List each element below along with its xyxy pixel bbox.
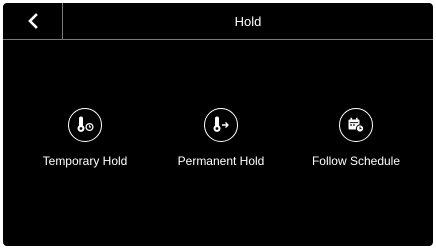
hold-screen: Hold Temporary Hold Permanent Hold Follo…: [3, 3, 433, 246]
permanent-hold-button[interactable]: Permanent Hold: [156, 108, 286, 168]
thermometer-clock-icon: [77, 116, 94, 132]
permanent-hold-label: Permanent Hold: [177, 154, 265, 168]
temporary-hold-icon-ring: [68, 108, 102, 142]
permanent-hold-icon-ring: [204, 108, 238, 142]
hold-options: Temporary Hold Permanent Hold Follow Sch…: [3, 3, 433, 246]
temporary-hold-label: Temporary Hold: [42, 154, 128, 168]
thermometer-arrow-icon: [213, 116, 229, 132]
follow-schedule-icon-ring: [339, 108, 373, 142]
follow-schedule-button[interactable]: Follow Schedule: [291, 108, 421, 168]
calendar-clock-icon: [348, 117, 365, 133]
temporary-hold-button[interactable]: Temporary Hold: [20, 108, 150, 168]
follow-schedule-label: Follow Schedule: [311, 154, 401, 168]
